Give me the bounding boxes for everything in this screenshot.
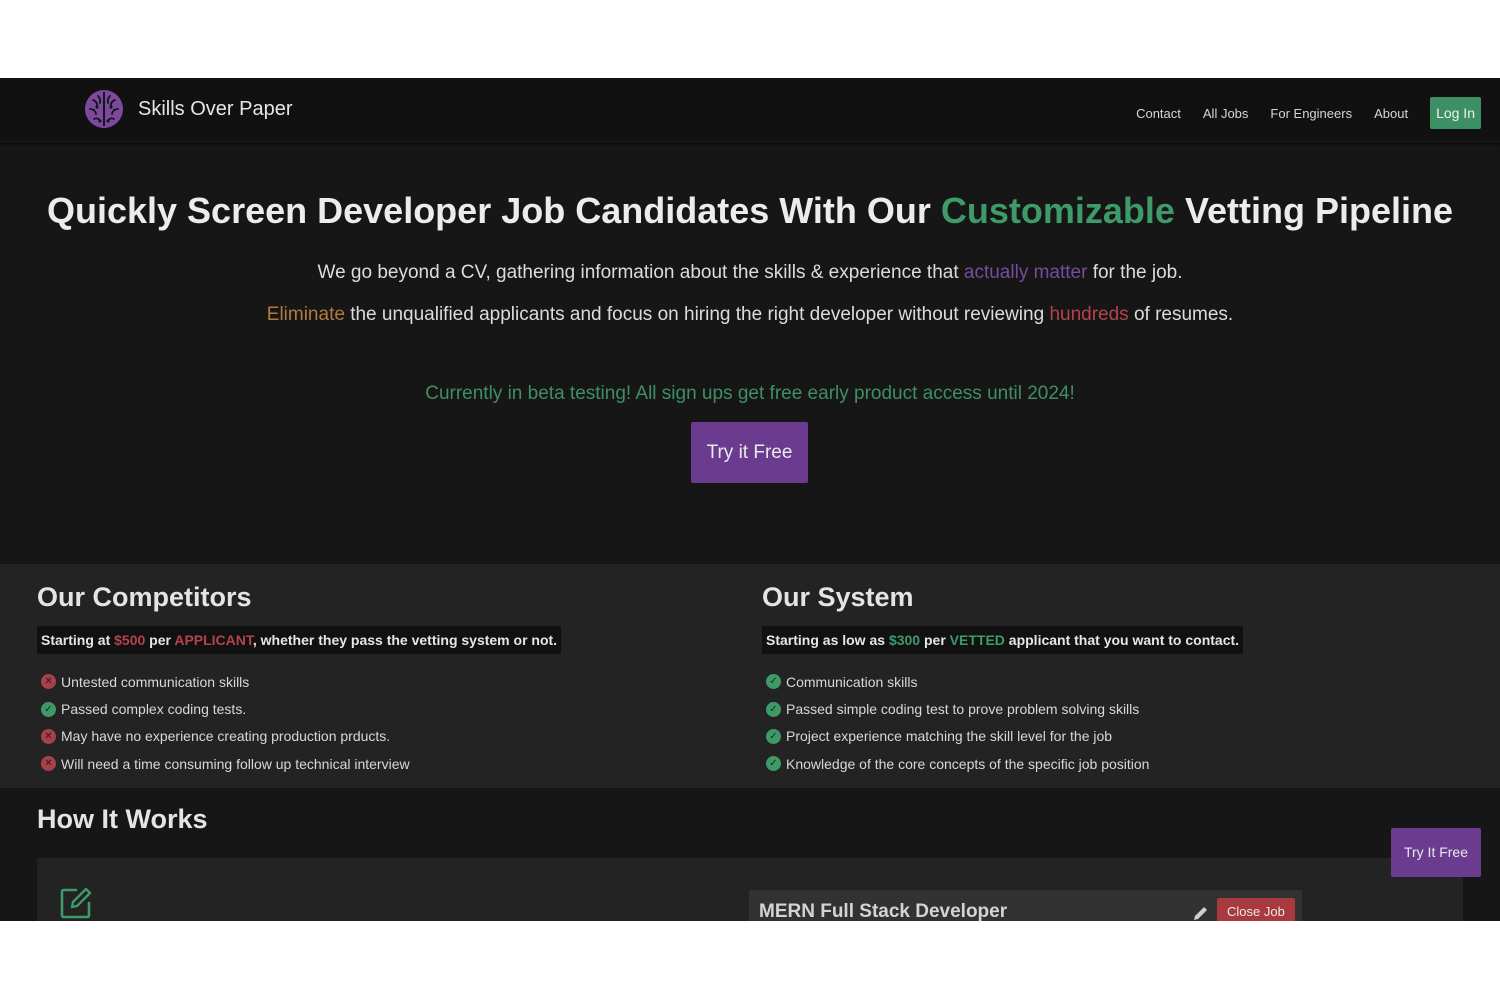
system-price-unit: VETTED [949,632,1005,648]
system-price-text: Starting as low as [766,632,889,648]
check-circle-icon: ✓ [766,756,781,772]
list-item: ✓ Passed complex coding tests. [37,695,410,722]
hero-description-2-end: of resumes. [1128,304,1234,325]
hero-description-1-highlight: actually matter [963,262,1088,283]
hero-description-2-highlight-2: hundreds [1049,304,1129,325]
competitors-price-unit: APPLICANT [174,632,253,648]
floating-try-it-free-button[interactable]: Try It Free [1391,828,1481,877]
system-price: Starting as low as $300 per VETTED appli… [762,626,1244,654]
hero-title-text: Quickly Screen Developer Job Candidates … [46,190,941,231]
list-item: ✓ Knowledge of the core concepts of the s… [762,750,1149,777]
list-item-text: Project experience matching the skill le… [786,728,1113,745]
hero-description-2-highlight-1: Eliminate [266,304,345,325]
system-price-end: applicant that you want to contact. [1004,632,1240,648]
cross-circle-icon: ✕ [41,756,56,772]
system-price-per: per [920,632,950,648]
navbar: Skills Over Paper Contact All Jobs For E… [0,78,1500,148]
hero-description-1: We go beyond a CV, gathering information… [0,262,1500,284]
list-item-text: Will need a time consuming follow up tec… [61,755,410,772]
competitors-price-amount: $500 [114,632,146,648]
list-item-text: Communication skills [786,673,918,690]
system-title: Our System [762,582,914,612]
hero-section: Quickly Screen Developer Job Candidates … [0,144,1500,564]
how-it-works-panel: MERN Full Stack Developer Close Job [37,858,1463,921]
job-title: MERN Full Stack Developer [759,901,1008,921]
competitors-price-text: Starting at [41,632,115,648]
check-circle-icon: ✓ [41,701,56,717]
hero-title-text-end: Vetting Pipeline [1174,190,1454,231]
list-item: ✕ Will need a time consuming follow up te… [37,750,410,777]
competitors-price-per: per [145,632,175,648]
nav-links: Contact All Jobs For Engineers About Log… [1136,97,1481,129]
hero-title-highlight: Customizable [940,190,1175,231]
list-item: ✕ May have no experience creating product… [37,723,410,750]
list-item-text: Passed complex coding tests. [61,701,247,718]
cross-circle-icon: ✕ [41,728,56,744]
list-item-text: Knowledge of the core concepts of the sp… [786,755,1150,772]
hero-description-1-text: We go beyond a CV, gathering information… [317,262,964,283]
brain-icon [85,90,123,128]
list-item: ✓ Passed simple coding test to prove prob… [762,695,1149,722]
hero-description-1-end: for the job. [1087,262,1183,283]
cross-circle-icon: ✕ [41,674,56,690]
hero-description-2: Eliminate the unqualified applicants and… [0,304,1500,326]
list-item: ✓ Project experience matching the skill l… [762,723,1149,750]
competitors-price: Starting at $500 per APPLICANT, whether … [37,626,562,654]
job-card: MERN Full Stack Developer Close Job [749,890,1302,921]
competitors-list: ✕ Untested communication skills ✓ Passed c… [37,668,410,778]
check-circle-icon: ✓ [766,728,781,744]
edit-square-icon [60,887,92,919]
list-item-text: Passed simple coding test to prove probl… [786,701,1140,718]
pencil-icon[interactable] [1192,904,1210,921]
try-it-free-button[interactable]: Try it Free [691,422,808,483]
comparison-section: Our Competitors Starting at $500 per APP… [0,564,1500,788]
nav-link-about[interactable]: About [1374,106,1408,121]
nav-link-contact[interactable]: Contact [1136,106,1181,121]
list-item-text: May have no experience creating producti… [61,728,391,745]
competitors-title: Our Competitors [37,582,252,612]
system-list: ✓ Communication skills ✓ Passed simple cod… [762,668,1149,778]
login-button[interactable]: Log In [1430,97,1481,129]
check-circle-icon: ✓ [766,701,781,717]
competitors-price-end: , whether they pass the vetting system o… [252,632,558,648]
how-it-works-title: How It Works [37,804,208,834]
beta-notice: Currently in beta testing! All sign ups … [425,383,1075,404]
nav-link-all-jobs[interactable]: All Jobs [1203,106,1249,121]
nav-link-for-engineers[interactable]: For Engineers [1270,106,1352,121]
hero-title: Quickly Screen Developer Job Candidates … [0,190,1500,232]
list-item-text: Untested communication skills [61,673,250,690]
page-viewport: Skills Over Paper Contact All Jobs For E… [0,78,1500,921]
hero-description-2-text: the unqualified applicants and focus on … [344,304,1050,325]
check-circle-icon: ✓ [766,674,781,690]
list-item: ✓ Communication skills [762,668,1149,695]
system-price-amount: $300 [888,632,921,648]
close-job-button[interactable]: Close Job [1217,898,1295,921]
list-item: ✕ Untested communication skills [37,668,410,695]
brand-name: Skills Over Paper [138,97,293,120]
brand[interactable]: Skills Over Paper [82,86,293,132]
